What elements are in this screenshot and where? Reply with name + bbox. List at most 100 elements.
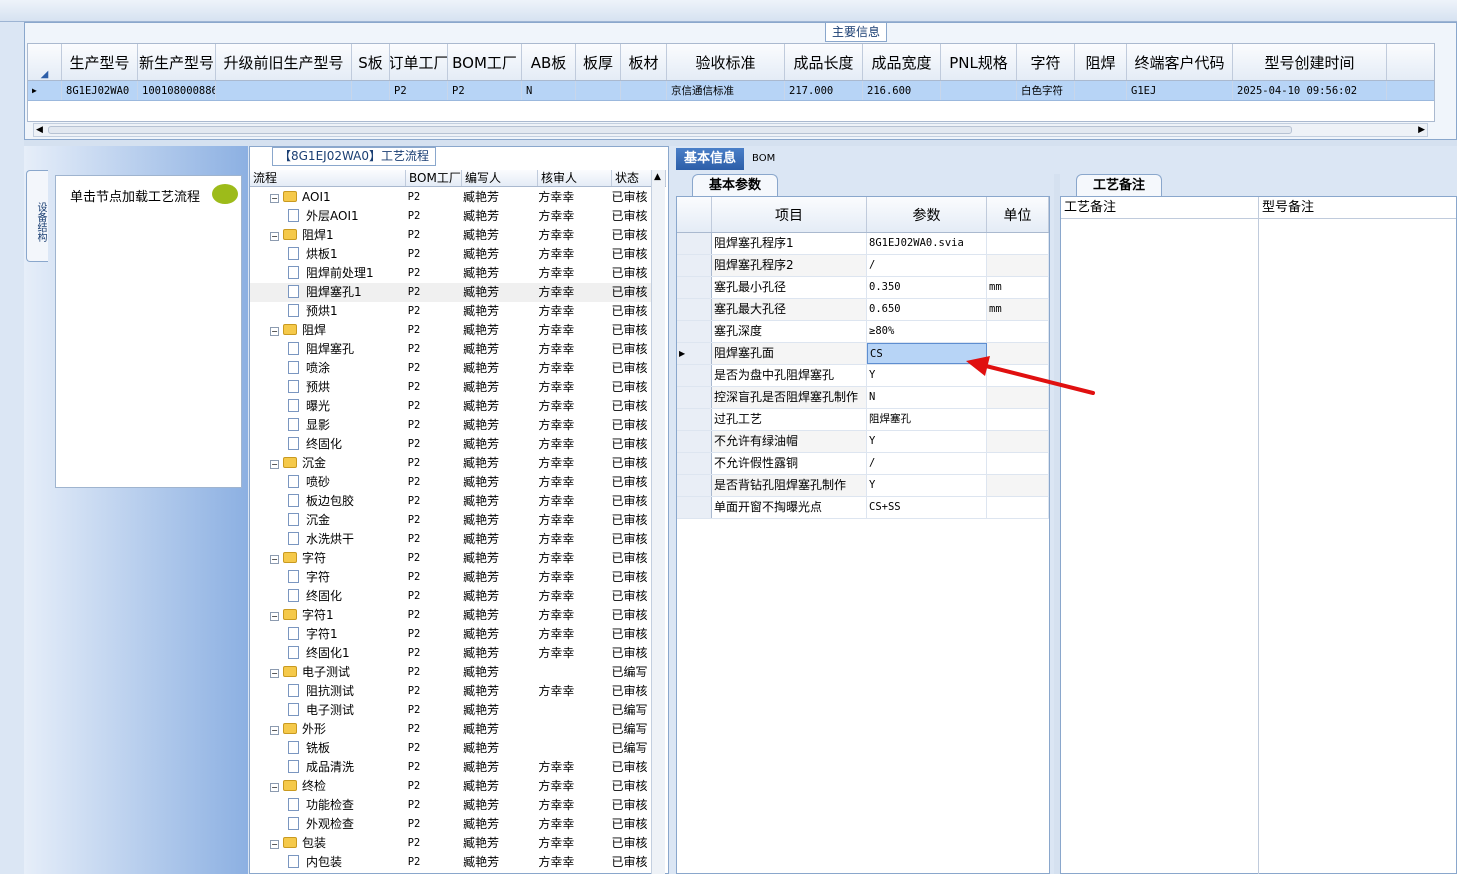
tree-node[interactable]: 铣板 P2 臧艳芳 已编写 [250, 739, 662, 758]
main-cell[interactable] [216, 81, 352, 100]
param-row[interactable]: 是否背钻孔阻焊塞孔制作 Y [677, 475, 1049, 497]
collapse-toggle-icon[interactable]: − [270, 194, 279, 203]
main-col-header[interactable]: 新生产型号 [138, 44, 216, 80]
tree-node[interactable]: − 电子测试 P2 臧艳芳 已编写 [250, 663, 662, 682]
main-col-header[interactable]: 订单工厂 [390, 44, 448, 80]
param-value-field[interactable]: / [867, 453, 987, 474]
param-value-field[interactable]: ≥80% [867, 321, 987, 342]
tree-node-label-cell[interactable]: − 阻焊 [250, 321, 405, 340]
param-value-field[interactable]: 0.350 [867, 277, 987, 298]
tab-process-notes[interactable]: 工艺备注 [1076, 174, 1163, 196]
tree-node[interactable]: 外观检查 P2 臧艳芳 方幸幸 已审核 [250, 815, 662, 834]
tree-node-label-cell[interactable]: − 包装 [250, 834, 405, 853]
main-col-header[interactable]: 板厚 [576, 44, 621, 80]
tree-node[interactable]: 喷涂 P2 臧艳芳 方幸幸 已审核 [250, 359, 662, 378]
tree-node-label-cell[interactable]: 预烘 [250, 378, 405, 397]
main-grid-hscrollbar[interactable]: ◀ ▶ [33, 123, 1428, 137]
param-value-field[interactable]: / [867, 255, 987, 276]
main-col-header[interactable]: PNL规格 [941, 44, 1017, 80]
tree-node[interactable]: − 字符1 P2 臧艳芳 方幸幸 已审核 [250, 606, 662, 625]
tree-node-label-cell[interactable]: 板边包胶 [250, 492, 405, 511]
tree-node[interactable]: 板边包胶 P2 臧艳芳 方幸幸 已审核 [250, 492, 662, 511]
tree-node[interactable]: 外层AOI1 P2 臧艳芳 方幸幸 已审核 [250, 207, 662, 226]
tree-node[interactable]: 电子测试 P2 臧艳芳 已编写 [250, 701, 662, 720]
tree-node[interactable]: 喷砂 P2 臧艳芳 方幸幸 已审核 [250, 473, 662, 492]
collapse-toggle-icon[interactable]: − [270, 726, 279, 735]
main-cell[interactable]: 217.000 [785, 81, 863, 100]
tree-node[interactable]: 预烘1 P2 臧艳芳 方幸幸 已审核 [250, 302, 662, 321]
tree-node-label-cell[interactable]: − 外形 [250, 720, 405, 739]
tree-col-header[interactable]: 核审人 [538, 170, 612, 186]
tree-node-label-cell[interactable]: 功能检查 [250, 796, 405, 815]
collapse-toggle-icon[interactable]: − [270, 783, 279, 792]
tree-node[interactable]: 阻焊塞孔1 P2 臧艳芳 方幸幸 已审核 [250, 283, 662, 302]
tree-node-label-cell[interactable]: 阻焊前处理1 [250, 264, 405, 283]
tree-node[interactable]: 字符1 P2 臧艳芳 方幸幸 已审核 [250, 625, 662, 644]
tree-node-label-cell[interactable]: 沉金 [250, 511, 405, 530]
main-cell[interactable]: P2 [448, 81, 522, 100]
collapse-toggle-icon[interactable]: − [270, 327, 279, 336]
main-cell[interactable] [576, 81, 621, 100]
tree-node[interactable]: 字符 P2 臧艳芳 方幸幸 已审核 [250, 568, 662, 587]
tree-node[interactable]: − 包装 P2 臧艳芳 方幸幸 已审核 [250, 834, 662, 853]
tree-node[interactable]: 预烘 P2 臧艳芳 方幸幸 已审核 [250, 378, 662, 397]
tree-node-label-cell[interactable]: − 终检 [250, 777, 405, 796]
process-notes-textarea[interactable] [1061, 219, 1259, 874]
tree-node-label-cell[interactable]: 烘板1 [250, 245, 405, 264]
tree-node-label-cell[interactable]: 终固化 [250, 435, 405, 454]
main-col-header[interactable]: 阻焊 [1075, 44, 1127, 80]
param-value-field[interactable]: CS+SS [867, 497, 987, 518]
tree-node[interactable]: 沉金 P2 臧艳芳 方幸幸 已审核 [250, 511, 662, 530]
collapse-toggle-icon[interactable]: − [270, 669, 279, 678]
main-cell[interactable]: G1EJ [1127, 81, 1233, 100]
tree-node-label-cell[interactable]: 成品清洗 [250, 758, 405, 777]
tree-node[interactable]: 显影 P2 臧艳芳 方幸幸 已审核 [250, 416, 662, 435]
scroll-up-icon[interactable]: ▲ [654, 172, 661, 182]
model-notes-textarea[interactable] [1260, 219, 1456, 874]
tree-vscrollbar[interactable]: ▲ [651, 170, 665, 874]
tree-node[interactable]: − AOI1 P2 臧艳芳 方幸幸 已审核 [250, 188, 662, 207]
param-row[interactable]: 阻焊塞孔程序1 8G1EJ02WA0.svia [677, 233, 1049, 255]
tree-node[interactable]: 内包装 P2 臧艳芳 方幸幸 已审核 [250, 853, 662, 872]
param-value-field[interactable]: 阻焊塞孔 [867, 409, 987, 430]
collapse-toggle-icon[interactable]: − [270, 232, 279, 241]
tree-node-label-cell[interactable]: 阻抗测试 [250, 682, 405, 701]
tree-node[interactable]: 终固化 P2 臧艳芳 方幸幸 已审核 [250, 435, 662, 454]
tree-node-label-cell[interactable]: − 阻焊1 [250, 226, 405, 245]
tree-node[interactable]: 终固化1 P2 臧艳芳 方幸幸 已审核 [250, 644, 662, 663]
tree-col-header[interactable]: BOM工厂 [406, 170, 462, 186]
tree-node[interactable]: 终固化 P2 臧艳芳 方幸幸 已审核 [250, 587, 662, 606]
param-row[interactable]: 过孔工艺 阻焊塞孔 [677, 409, 1049, 431]
collapse-toggle-icon[interactable]: − [270, 460, 279, 469]
tree-node-label-cell[interactable]: 电子测试 [250, 701, 405, 720]
tree-node[interactable]: − 终检 P2 臧艳芳 方幸幸 已审核 [250, 777, 662, 796]
tab-bom[interactable]: BOM [744, 148, 783, 170]
tree-node-label-cell[interactable]: 预烘1 [250, 302, 405, 321]
tree-node-label-cell[interactable]: − 电子测试 [250, 663, 405, 682]
tree-node-label-cell[interactable]: 外观检查 [250, 815, 405, 834]
tree-node[interactable]: 阻焊塞孔 P2 臧艳芳 方幸幸 已审核 [250, 340, 662, 359]
tree-node[interactable]: 水洗烘干 P2 臧艳芳 方幸幸 已审核 [250, 530, 662, 549]
main-cell[interactable]: 8G1EJ02WA0 [62, 81, 138, 100]
main-cell[interactable] [621, 81, 667, 100]
tree-node[interactable]: − 阻焊 P2 臧艳芳 方幸幸 已审核 [250, 321, 662, 340]
main-col-header[interactable]: S板 [352, 44, 390, 80]
main-col-header[interactable]: 成品宽度 [863, 44, 941, 80]
tree-node-label-cell[interactable]: 外层AOI1 [250, 207, 405, 226]
main-col-header[interactable]: BOM工厂 [448, 44, 522, 80]
tree-node-label-cell[interactable]: 终固化 [250, 587, 405, 606]
tree-node-label-cell[interactable]: − 字符1 [250, 606, 405, 625]
tree-node[interactable]: − 沉金 P2 臧艳芳 方幸幸 已审核 [250, 454, 662, 473]
tree-node[interactable]: 成品清洗 P2 臧艳芳 方幸幸 已审核 [250, 758, 662, 777]
param-value-field[interactable]: 0.650 [867, 299, 987, 320]
tree-node-label-cell[interactable]: 字符1 [250, 625, 405, 644]
tree-node[interactable]: 功能检查 P2 臧艳芳 方幸幸 已审核 [250, 796, 662, 815]
main-cell[interactable]: P2 [390, 81, 448, 100]
main-cell[interactable] [1075, 81, 1127, 100]
tree-node[interactable]: 阻抗测试 P2 臧艳芳 方幸幸 已审核 [250, 682, 662, 701]
scroll-right-icon[interactable]: ▶ [1418, 125, 1425, 135]
tree-node[interactable]: − 外形 P2 臧艳芳 已编写 [250, 720, 662, 739]
param-row[interactable]: 不允许有绿油帽 Y [677, 431, 1049, 453]
main-col-header[interactable]: 升级前旧生产型号 [216, 44, 352, 80]
tree-node[interactable]: 烘板1 P2 臧艳芳 方幸幸 已审核 [250, 245, 662, 264]
